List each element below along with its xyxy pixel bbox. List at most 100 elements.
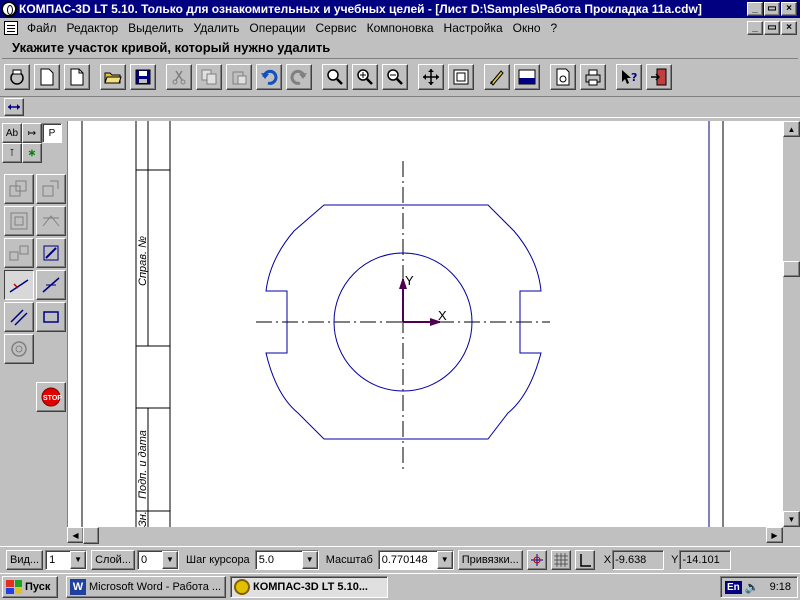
grid-icon[interactable]	[550, 549, 571, 570]
stop-icon[interactable]: STOP	[36, 382, 66, 412]
vertical-scrollbar[interactable]: ▲ ▼	[783, 121, 800, 527]
menu-delete[interactable]: Удалить	[189, 21, 245, 35]
clock: 9:18	[769, 581, 791, 593]
cut-scissors-icon[interactable]	[166, 64, 192, 90]
open-folder-icon[interactable]	[100, 64, 126, 90]
doc-restore-button[interactable]: ▭	[764, 20, 780, 35]
deform-object-icon[interactable]	[36, 206, 66, 236]
close-button[interactable]: ×	[781, 2, 797, 16]
chevron-down-icon[interactable]: ▼	[162, 550, 178, 569]
layer-select[interactable]: 0 ▼	[137, 549, 179, 570]
properties-panel-icon[interactable]	[514, 64, 540, 90]
menu-layout[interactable]: Компоновка	[362, 21, 439, 35]
rectangle-tool-icon[interactable]	[36, 302, 66, 332]
scroll-right-icon[interactable]: ▶	[766, 527, 783, 543]
menu-select[interactable]: Выделить	[123, 21, 188, 35]
trim-curve-icon[interactable]	[4, 270, 34, 300]
kompas-app-icon[interactable]	[1, 1, 17, 17]
horizontal-scrollbar[interactable]: ◀ ▶	[67, 527, 783, 544]
window-title: КОМПАС-3D LT 5.10. Только для ознакомите…	[19, 2, 702, 16]
chevron-down-icon[interactable]: ▼	[301, 550, 318, 569]
menu-window[interactable]: Окно	[508, 21, 546, 35]
text-tool-icon[interactable]: Ab	[2, 123, 22, 143]
menu-operations[interactable]: Операции	[244, 21, 310, 35]
exit-door-icon[interactable]	[646, 64, 672, 90]
undo-arrow-icon[interactable]	[256, 64, 282, 90]
horizontal-scroll-thumb[interactable]	[83, 527, 99, 544]
minimize-button[interactable]: _	[747, 2, 763, 16]
word-icon: W	[70, 579, 86, 595]
main-toolbar: ?	[0, 60, 800, 94]
symbol-tool-icon[interactable]: ⊺	[2, 143, 22, 163]
shift-object-icon[interactable]	[36, 174, 66, 204]
object-snap-icon[interactable]	[4, 98, 24, 116]
refresh-pencil-icon[interactable]	[484, 64, 510, 90]
task-kompas[interactable]: КОМПАС-3D LT 5.10...	[230, 576, 388, 598]
menu-file[interactable]: Файл	[22, 21, 62, 35]
context-help-icon[interactable]: ?	[616, 64, 642, 90]
dimension-tool-icon[interactable]: ↦	[22, 123, 42, 143]
paste-icon[interactable]	[226, 64, 252, 90]
layer-button[interactable]: Слой...	[91, 549, 135, 570]
kompas-task-icon	[234, 579, 250, 595]
drawing-sheet[interactable]: Справ. № Подп. и дата Зн. Y X	[68, 121, 783, 527]
scale-object-icon[interactable]	[4, 206, 34, 236]
title-block-last: Зн.	[137, 511, 149, 527]
doc-close-button[interactable]: ×	[781, 20, 797, 35]
snap-button[interactable]: Привязки...	[457, 549, 523, 570]
prompt-text: Укажите участок кривой, который нужно уд…	[12, 40, 331, 55]
drawing-canvas[interactable]: Справ. № Подп. и дата Зн. Y X	[67, 121, 783, 527]
measure-tool-icon[interactable]: ∗	[22, 143, 42, 163]
vertical-scroll-thumb[interactable]	[783, 261, 800, 277]
object-toolbar	[0, 96, 800, 118]
zoom-in-icon[interactable]	[352, 64, 378, 90]
print-icon[interactable]	[580, 64, 606, 90]
scale-select[interactable]: 0.770148 ▼	[377, 549, 454, 570]
circle-tool-icon[interactable]	[4, 334, 34, 364]
spec-document-icon[interactable]	[550, 64, 576, 90]
view-button[interactable]: Вид...	[6, 549, 44, 570]
zoom-out-icon[interactable]	[382, 64, 408, 90]
new-sheet-icon[interactable]	[34, 64, 60, 90]
print-preview-icon[interactable]	[4, 64, 30, 90]
view-select[interactable]: 1 ▼	[45, 549, 88, 570]
menu-settings[interactable]: Настройка	[439, 21, 508, 35]
menu-service[interactable]: Сервис	[311, 21, 362, 35]
zoom-lens-icon[interactable]	[322, 64, 348, 90]
menu-edit[interactable]: Редактор	[62, 21, 124, 35]
snap-grid-icon[interactable]	[526, 549, 547, 570]
ortho-icon[interactable]	[574, 549, 595, 570]
restore-button[interactable]: ▭	[764, 2, 780, 16]
language-indicator[interactable]: En	[725, 580, 742, 594]
redo-arrow-icon[interactable]	[286, 64, 312, 90]
windows-logo-icon	[6, 580, 22, 594]
chevron-down-icon[interactable]: ▼	[70, 550, 87, 569]
zoom-fit-icon[interactable]	[448, 64, 474, 90]
task-word-label: Microsoft Word - Работа ...	[89, 581, 222, 593]
task-word[interactable]: W Microsoft Word - Работа ...	[66, 576, 226, 598]
chevron-down-icon[interactable]: ▼	[436, 550, 453, 569]
cursor-step-label: Шаг курсора	[186, 553, 250, 566]
y-coord-value: -14.101	[679, 549, 732, 570]
start-button[interactable]: Пуск	[2, 576, 58, 598]
menu-help[interactable]: ?	[546, 21, 563, 35]
copy-icon[interactable]	[196, 64, 222, 90]
copy-object-icon[interactable]	[4, 174, 34, 204]
speaker-icon[interactable]: 🔊	[745, 580, 760, 594]
document-icon[interactable]	[4, 20, 18, 35]
cursor-step-select[interactable]: 5.0 ▼	[254, 549, 319, 570]
symmetry-object-icon[interactable]	[4, 238, 34, 268]
parallel-lines-icon[interactable]	[4, 302, 34, 332]
param-tool-icon[interactable]: P	[42, 123, 62, 143]
x-coord-label: X	[603, 553, 612, 566]
title-block-top: Справ. №	[137, 236, 149, 286]
save-disk-icon[interactable]	[130, 64, 156, 90]
rotate-object-icon[interactable]	[36, 238, 66, 268]
new-fragment-icon[interactable]	[64, 64, 90, 90]
pan-arrows-icon[interactable]	[418, 64, 444, 90]
doc-minimize-button[interactable]: _	[747, 20, 763, 35]
scroll-up-icon[interactable]: ▲	[783, 121, 800, 137]
scroll-down-icon[interactable]: ▼	[783, 511, 800, 527]
scroll-left-icon[interactable]: ◀	[67, 527, 84, 543]
break-curve-icon[interactable]	[36, 270, 66, 300]
